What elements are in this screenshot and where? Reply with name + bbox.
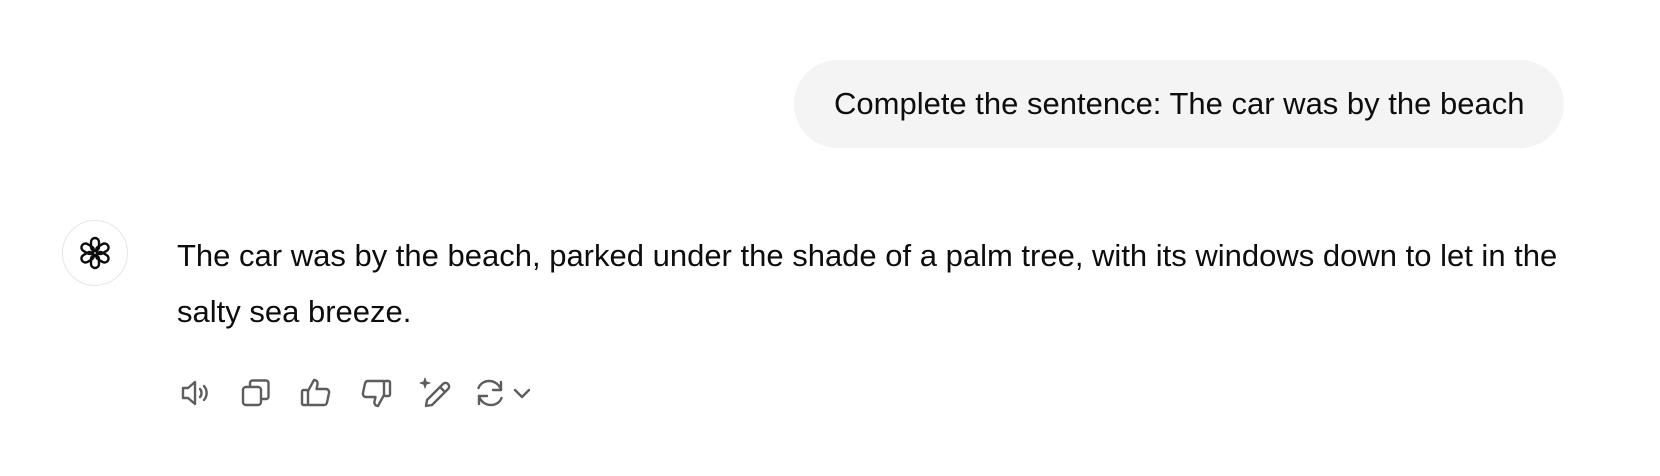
thumbs-down-button[interactable] [354,372,398,414]
pencil-sparkle-icon [419,377,451,408]
speaker-icon [181,380,208,406]
chevron-down-icon [510,381,534,405]
assistant-avatar [62,220,128,286]
read-aloud-button[interactable] [174,372,218,414]
thumbs-down-icon [361,379,392,408]
user-message-text: Complete the sentence: The car was by th… [834,86,1525,121]
thumbs-up-icon [300,378,331,407]
refresh-icon [477,379,503,407]
openai-logo-icon [80,236,110,270]
copy-button[interactable] [234,372,278,414]
assistant-message-text: The car was by the beach, parked under t… [177,238,1558,329]
regenerate-button[interactable] [470,372,534,414]
user-message-bubble: Complete the sentence: The car was by th… [794,60,1565,148]
regenerate-icon-wrap [470,372,510,414]
edit-in-canvas-button[interactable] [414,372,458,414]
message-actions-toolbar [174,372,534,414]
copy-icon [241,379,270,407]
thumbs-up-button[interactable] [294,372,338,414]
